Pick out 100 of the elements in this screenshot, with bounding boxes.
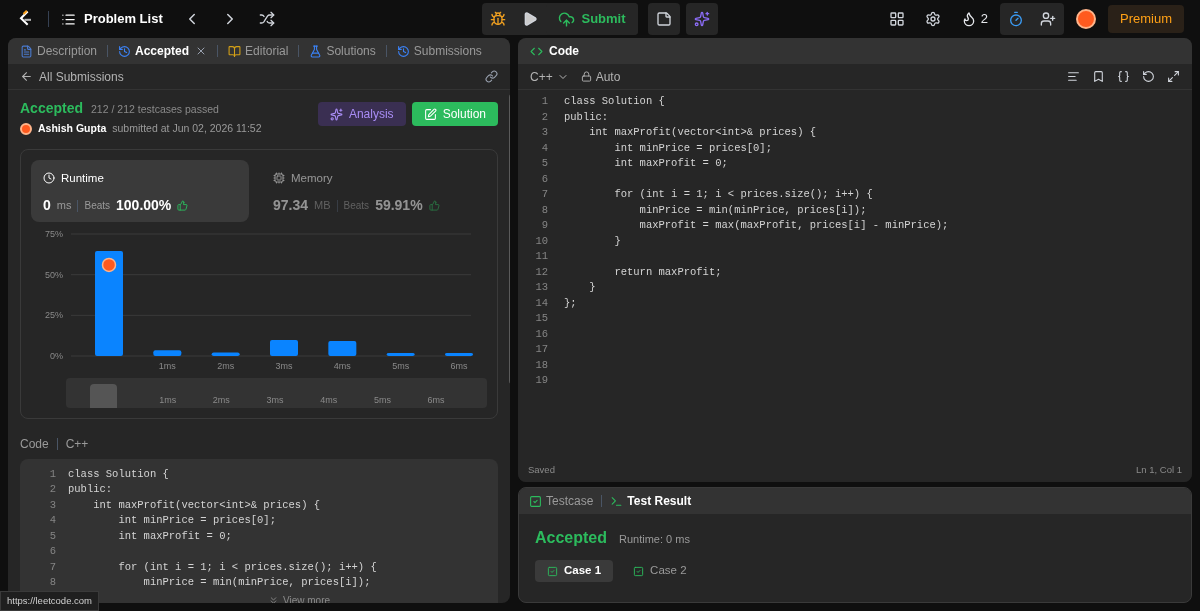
axis-label: 3ms <box>275 360 293 371</box>
axis-label: 2ms <box>217 360 235 371</box>
overview-label: 4ms <box>319 394 339 408</box>
testcases-text: 212 / 212 testcases passed <box>91 102 219 117</box>
history-icon <box>118 44 132 58</box>
format-icon[interactable] <box>1067 70 1080 83</box>
problem-list-button[interactable]: Problem List <box>61 9 163 29</box>
case-tab[interactable]: Case 2 <box>621 560 699 582</box>
chart-bar[interactable] <box>445 352 473 356</box>
line-number: 11 <box>534 249 548 264</box>
line-number: 8 <box>540 202 548 218</box>
chart-bar[interactable] <box>270 339 298 356</box>
chip-icon <box>273 172 285 185</box>
check-icon <box>633 565 645 577</box>
document-icon <box>20 44 33 58</box>
stat-label: Memory <box>291 170 333 186</box>
list-icon <box>61 11 76 27</box>
stat-unit: MB <box>314 198 331 214</box>
panel-tab[interactable]: Accepted <box>114 42 212 60</box>
panel-tab[interactable]: Testcase <box>529 492 594 510</box>
profile-avatar <box>1076 9 1096 29</box>
author-name[interactable]: Ashish Gupta <box>38 121 107 137</box>
line-number: 5 <box>540 156 548 171</box>
code-line: class Solution { <box>564 94 665 109</box>
panel-tab[interactable]: Description <box>16 42 102 60</box>
code-line: int maxProfit = 0; <box>613 156 728 171</box>
chart-bar[interactable] <box>328 340 357 356</box>
user-avatar <box>20 122 32 135</box>
code-line: for (int i = 1; i < prices.size(); i++) { <box>117 559 377 575</box>
overview-label: 2ms <box>211 394 231 408</box>
chart-bar[interactable] <box>153 350 182 356</box>
stat-tile[interactable]: Runtime 0 ms Beats 100.00% <box>31 159 249 222</box>
beats-percent: 100.00% <box>116 196 172 215</box>
code-line: maxProfit = max(maxProfit, prices[i] - minPrice); <box>638 218 949 233</box>
code-line: for (int i = 1; i < prices.size(); i++) { <box>613 187 873 202</box>
code-line: public: <box>564 109 609 125</box>
case-tab[interactable]: Case 1 <box>535 560 614 582</box>
thumbs-up-icon <box>177 200 189 211</box>
book-icon <box>228 44 242 58</box>
line-number: 19 <box>534 373 548 388</box>
code-line: }; <box>564 295 577 311</box>
line-number: 16 <box>534 326 548 342</box>
braces-icon[interactable] <box>1117 70 1130 83</box>
cloud-upload-icon <box>558 10 576 28</box>
clock-icon <box>43 172 55 185</box>
result-status: Accepted <box>535 528 608 548</box>
line-number: 12 <box>534 264 548 280</box>
reset-icon[interactable] <box>1142 70 1155 83</box>
analysis-button[interactable]: Analysis <box>317 102 406 126</box>
language-select[interactable]: C++ <box>530 67 569 86</box>
view-more-button[interactable]: View more <box>267 592 331 603</box>
stat-value: 0 <box>43 196 51 215</box>
panel-tab[interactable]: Editorial <box>224 42 293 60</box>
expand-icon[interactable] <box>1167 70 1180 83</box>
mode-label[interactable]: Auto <box>580 67 621 86</box>
bug-icon <box>490 11 507 27</box>
thumbs-up-icon <box>428 200 440 211</box>
arrow-left-icon <box>20 70 33 83</box>
range-overview[interactable]: 1ms 2ms 3ms 4ms 5ms 6ms <box>66 377 487 408</box>
code-line: minPrice = min(minPrice, prices[i]); <box>638 202 867 218</box>
code-label: Code <box>20 435 49 453</box>
line-number: 1 <box>48 466 56 482</box>
note-button[interactable] <box>647 3 680 35</box>
chart-bar[interactable] <box>386 352 415 356</box>
sparkles-icon <box>329 107 343 121</box>
beats-label: Beats <box>343 199 370 213</box>
ai-button[interactable] <box>685 3 718 35</box>
back-link[interactable]: All Submissions <box>20 67 124 86</box>
premium-button[interactable]: Premium <box>1108 5 1184 33</box>
overview-label: 1ms <box>158 394 178 408</box>
line-number: 6 <box>540 171 548 187</box>
settings-icon[interactable] <box>924 11 941 27</box>
streak-button[interactable]: 2 <box>960 9 988 29</box>
code-line: return maxProfit; <box>613 264 722 280</box>
checkbox-icon <box>529 494 542 508</box>
line-number: 2 <box>48 482 56 498</box>
code-line: } <box>588 280 596 295</box>
line-number: 3 <box>48 497 56 513</box>
panel-tab[interactable]: Submissions <box>392 42 486 60</box>
play-icon <box>522 11 539 27</box>
line-number: 3 <box>540 125 548 140</box>
line-number: 2 <box>540 109 548 125</box>
save-status: Saved <box>528 462 555 477</box>
panel-tab[interactable]: Test Result <box>610 492 692 510</box>
code-line: int maxProfit = 0; <box>117 528 232 544</box>
cursor-position: Ln 1, Col 1 <box>1136 462 1182 477</box>
note-icon <box>655 11 672 27</box>
line-number: 4 <box>540 140 548 156</box>
panel-tab[interactable]: Solutions <box>305 42 380 60</box>
language-label: C++ <box>65 435 89 453</box>
bookmark-icon[interactable] <box>1092 70 1105 83</box>
link-icon[interactable] <box>485 70 498 83</box>
line-number: 8 <box>48 575 56 591</box>
line-number: 4 <box>48 513 56 529</box>
axis-label: 50% <box>45 269 63 280</box>
timer-icon <box>1008 11 1024 27</box>
panel-title: Code <box>549 43 579 60</box>
grid-icon[interactable] <box>888 11 905 27</box>
chart-bar[interactable] <box>211 352 240 356</box>
shuffle-icon[interactable] <box>258 11 275 27</box>
